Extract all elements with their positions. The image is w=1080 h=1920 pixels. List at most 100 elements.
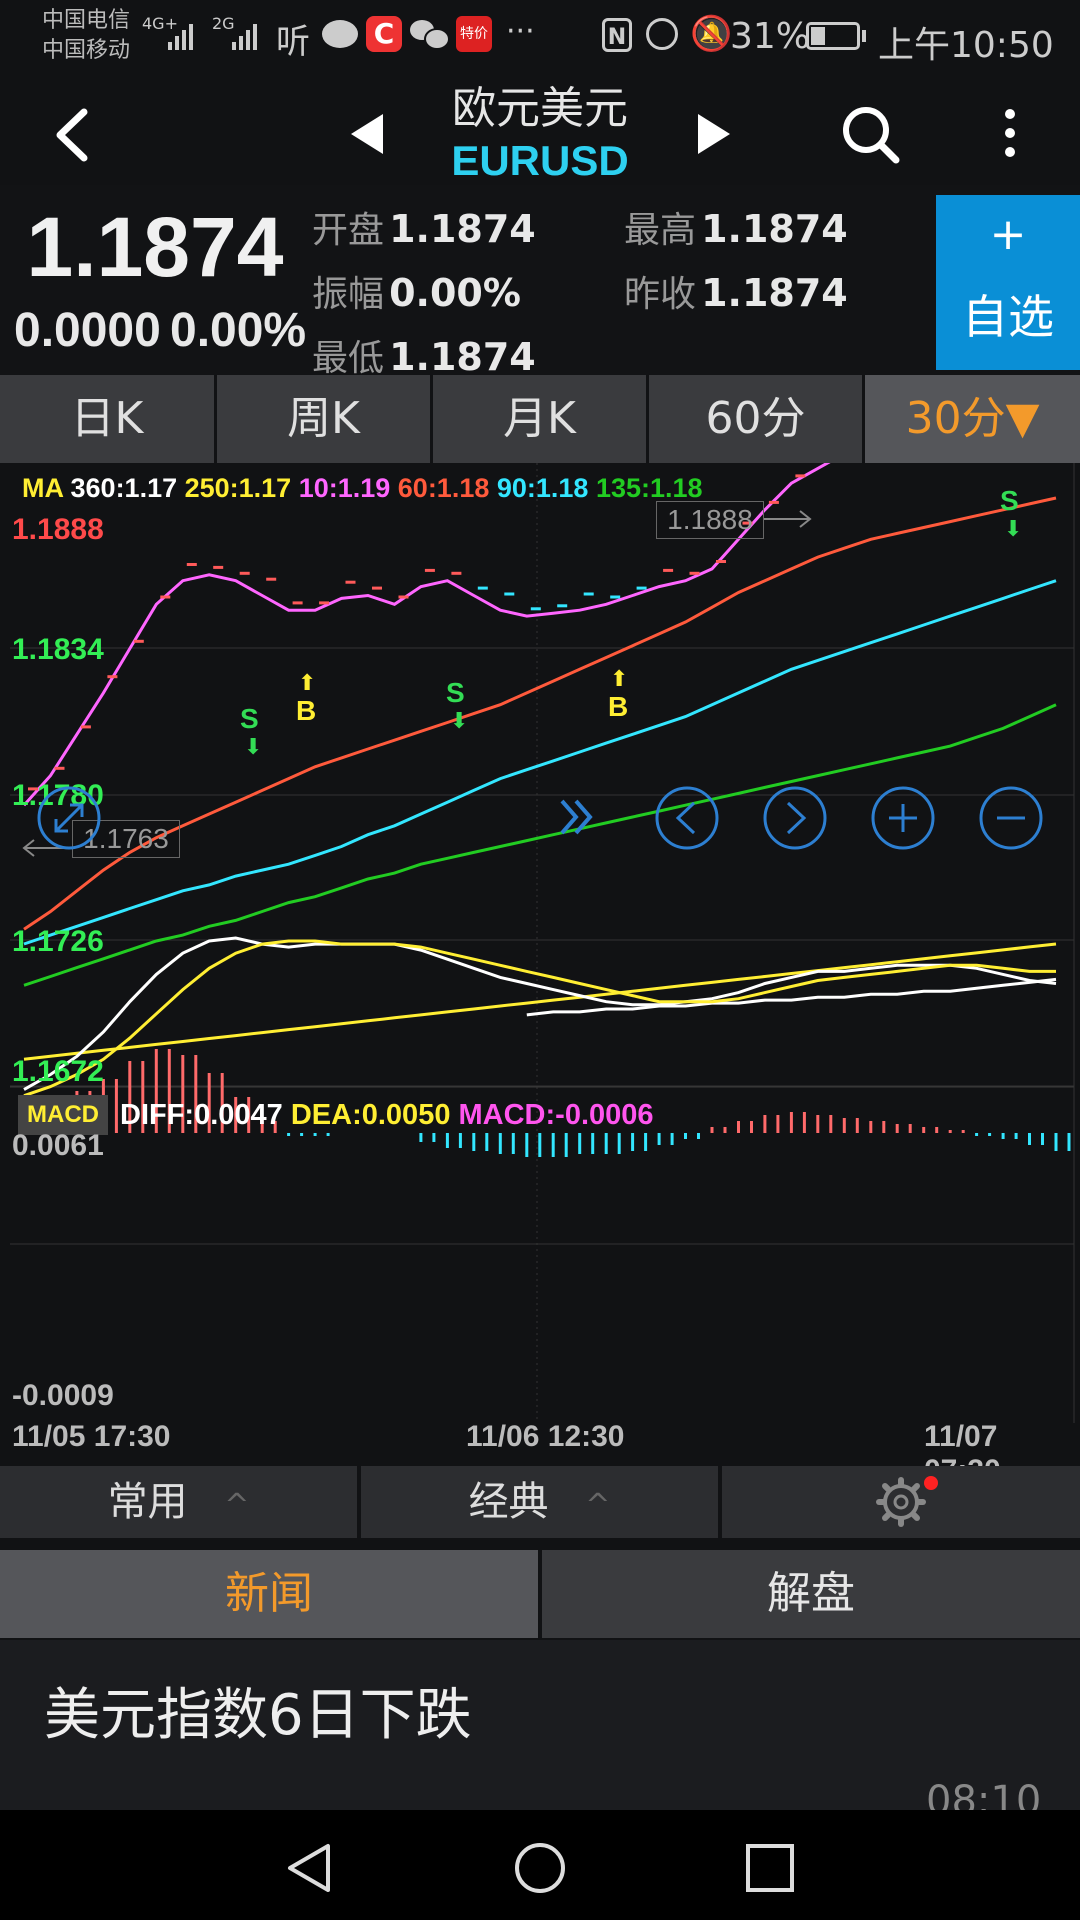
nav-recents-icon[interactable] [742, 1840, 798, 1896]
sell-signal: S [1000, 485, 1019, 516]
carrier-2: 中国移动 [42, 38, 131, 63]
watchlist-label: 自选 [962, 290, 1054, 344]
open-value: 1.1874 [389, 207, 536, 251]
candle [504, 592, 515, 596]
nav-home-icon[interactable] [512, 1840, 568, 1896]
alarm-icon [646, 18, 678, 50]
open-label: 开盘 [312, 210, 385, 251]
search-button[interactable] [836, 100, 906, 170]
settings-button[interactable] [722, 1466, 1080, 1538]
battery-icon [806, 22, 860, 50]
news-item[interactable]: 美元指数6日下跌 08:10 [0, 1640, 1080, 1824]
candle [477, 586, 488, 590]
classic-indicators-button[interactable]: 经典 ^ [361, 1466, 718, 1538]
candle [186, 563, 197, 566]
quote-panel: 1.1874 0.0000 0.00% 开盘 1.1874 振幅 0.00% 最… [0, 185, 1080, 379]
candle [80, 725, 91, 729]
x-label-start: 11/05 17:30 [12, 1420, 171, 1453]
common-indicators-button[interactable]: 常用 ^ [0, 1466, 357, 1538]
next-symbol-button[interactable] [688, 106, 738, 162]
scroll-right-button[interactable] [762, 785, 828, 851]
add-watchlist-button[interactable]: + 自选 [936, 195, 1080, 370]
ma-legend-item: 360:1.17 [70, 473, 178, 503]
candle [107, 675, 118, 679]
y-label-4: 1.1726 [12, 925, 104, 958]
back-arrow-icon [56, 108, 88, 162]
news-headline: 美元指数6日下跌 [44, 1683, 472, 1748]
sell-signal: S [446, 677, 465, 708]
candle [319, 601, 330, 605]
zoom-out-button[interactable] [978, 785, 1044, 851]
y-label-bottom: 1.1672 [12, 1055, 104, 1088]
price-change-percent: 0.00% [170, 304, 307, 357]
period-tabs: 日K 周K 月K 60分 30分▼ [0, 375, 1080, 463]
low-label: 最低 [312, 338, 385, 379]
title-bar: 欧元美元 EURUSD [0, 80, 1080, 185]
macd-top-label: 0.0061 [12, 1129, 104, 1162]
candle [530, 607, 541, 611]
gear-icon [876, 1477, 926, 1527]
candle [292, 601, 303, 605]
kline-chart[interactable]: MA 360:1.17 250:1.17 10:1.19 60:1.18 90:… [0, 463, 1080, 1443]
ma-legend: MA 360:1.17 250:1.17 10:1.19 60:1.18 90:… [22, 473, 703, 504]
candle [213, 565, 224, 569]
tab-news[interactable]: 新闻 [0, 1550, 538, 1638]
arrow-right-icon [764, 510, 812, 528]
more-notifications: ··· [506, 14, 535, 49]
candle [636, 586, 647, 590]
more-vertical-icon [1005, 109, 1015, 157]
carrier-1: 中国电信 [42, 8, 131, 33]
system-nav-bar [0, 1810, 1080, 1920]
notification-dot [924, 1476, 938, 1490]
open-stat: 开盘 1.1874 [312, 201, 536, 253]
buy-signal: B [296, 695, 317, 726]
prev-close-value: 1.1874 [701, 271, 848, 315]
candle [372, 586, 382, 590]
candle [266, 577, 277, 581]
more-menu-button[interactable] [990, 100, 1030, 170]
tab-60min[interactable]: 60分 [649, 375, 862, 463]
ma-legend-item: 90:1.18 [489, 473, 589, 503]
tab-analysis[interactable]: 解盘 [542, 1550, 1080, 1638]
search-icon [843, 107, 900, 164]
low-value: 1.1874 [389, 335, 536, 379]
ma-line-ma90 [23, 579, 1057, 946]
y-label-2: 1.1834 [12, 633, 104, 666]
tab-month-k[interactable]: 月K [433, 375, 646, 463]
triangle-left-icon [351, 114, 383, 154]
down-arrow-icon: ⬇ [244, 735, 263, 760]
caret-up-icon: ^ [585, 1488, 611, 1523]
fullscreen-button[interactable] [36, 785, 102, 851]
zoom-in-button[interactable] [870, 785, 936, 851]
tab-week-k[interactable]: 周K [217, 375, 430, 463]
prev-symbol-button[interactable] [345, 106, 395, 162]
dea-value: DEA:0.0050 [290, 1099, 451, 1131]
chart-grid [10, 463, 1075, 1423]
signal-1-icon [168, 24, 196, 54]
low-stat: 最低 1.1874 [312, 329, 536, 381]
up-arrow-icon: ⬆ [298, 671, 317, 696]
nav-back-icon[interactable] [282, 1840, 338, 1896]
nfc-icon: N [602, 18, 632, 52]
high-label: 最高 [624, 210, 697, 251]
candle [398, 595, 409, 599]
scroll-left-button[interactable] [654, 785, 720, 851]
tab-30min[interactable]: 30分▼ [865, 375, 1080, 463]
candle [689, 571, 700, 575]
fast-forward-button[interactable] [554, 787, 604, 847]
diff-value: DIFF:0.0047 [120, 1099, 283, 1131]
last-price: 1.1874 [26, 200, 284, 294]
signal-2-icon [232, 24, 260, 54]
price-change: 0.0000 [14, 304, 161, 357]
tab-day-k[interactable]: 日K [0, 375, 214, 463]
status-bar: 中国电信 中国移动 4G+ 2G 听 C 特价 ··· N 🔕 31% 上午10… [0, 0, 1080, 80]
y-label-top: 1.1888 [12, 513, 104, 546]
back-button[interactable] [40, 100, 110, 170]
ma-line-ma360 [526, 977, 1057, 1017]
amplitude-stat: 振幅 0.00% [312, 265, 521, 317]
macd-legend: DIFF:0.0047 DEA:0.0050 MACD:-0.0006 [120, 1095, 654, 1135]
app-c-icon: C [366, 16, 402, 52]
candle [795, 474, 806, 478]
candle [557, 604, 568, 608]
instrument-symbol: EURUSD [451, 137, 629, 184]
